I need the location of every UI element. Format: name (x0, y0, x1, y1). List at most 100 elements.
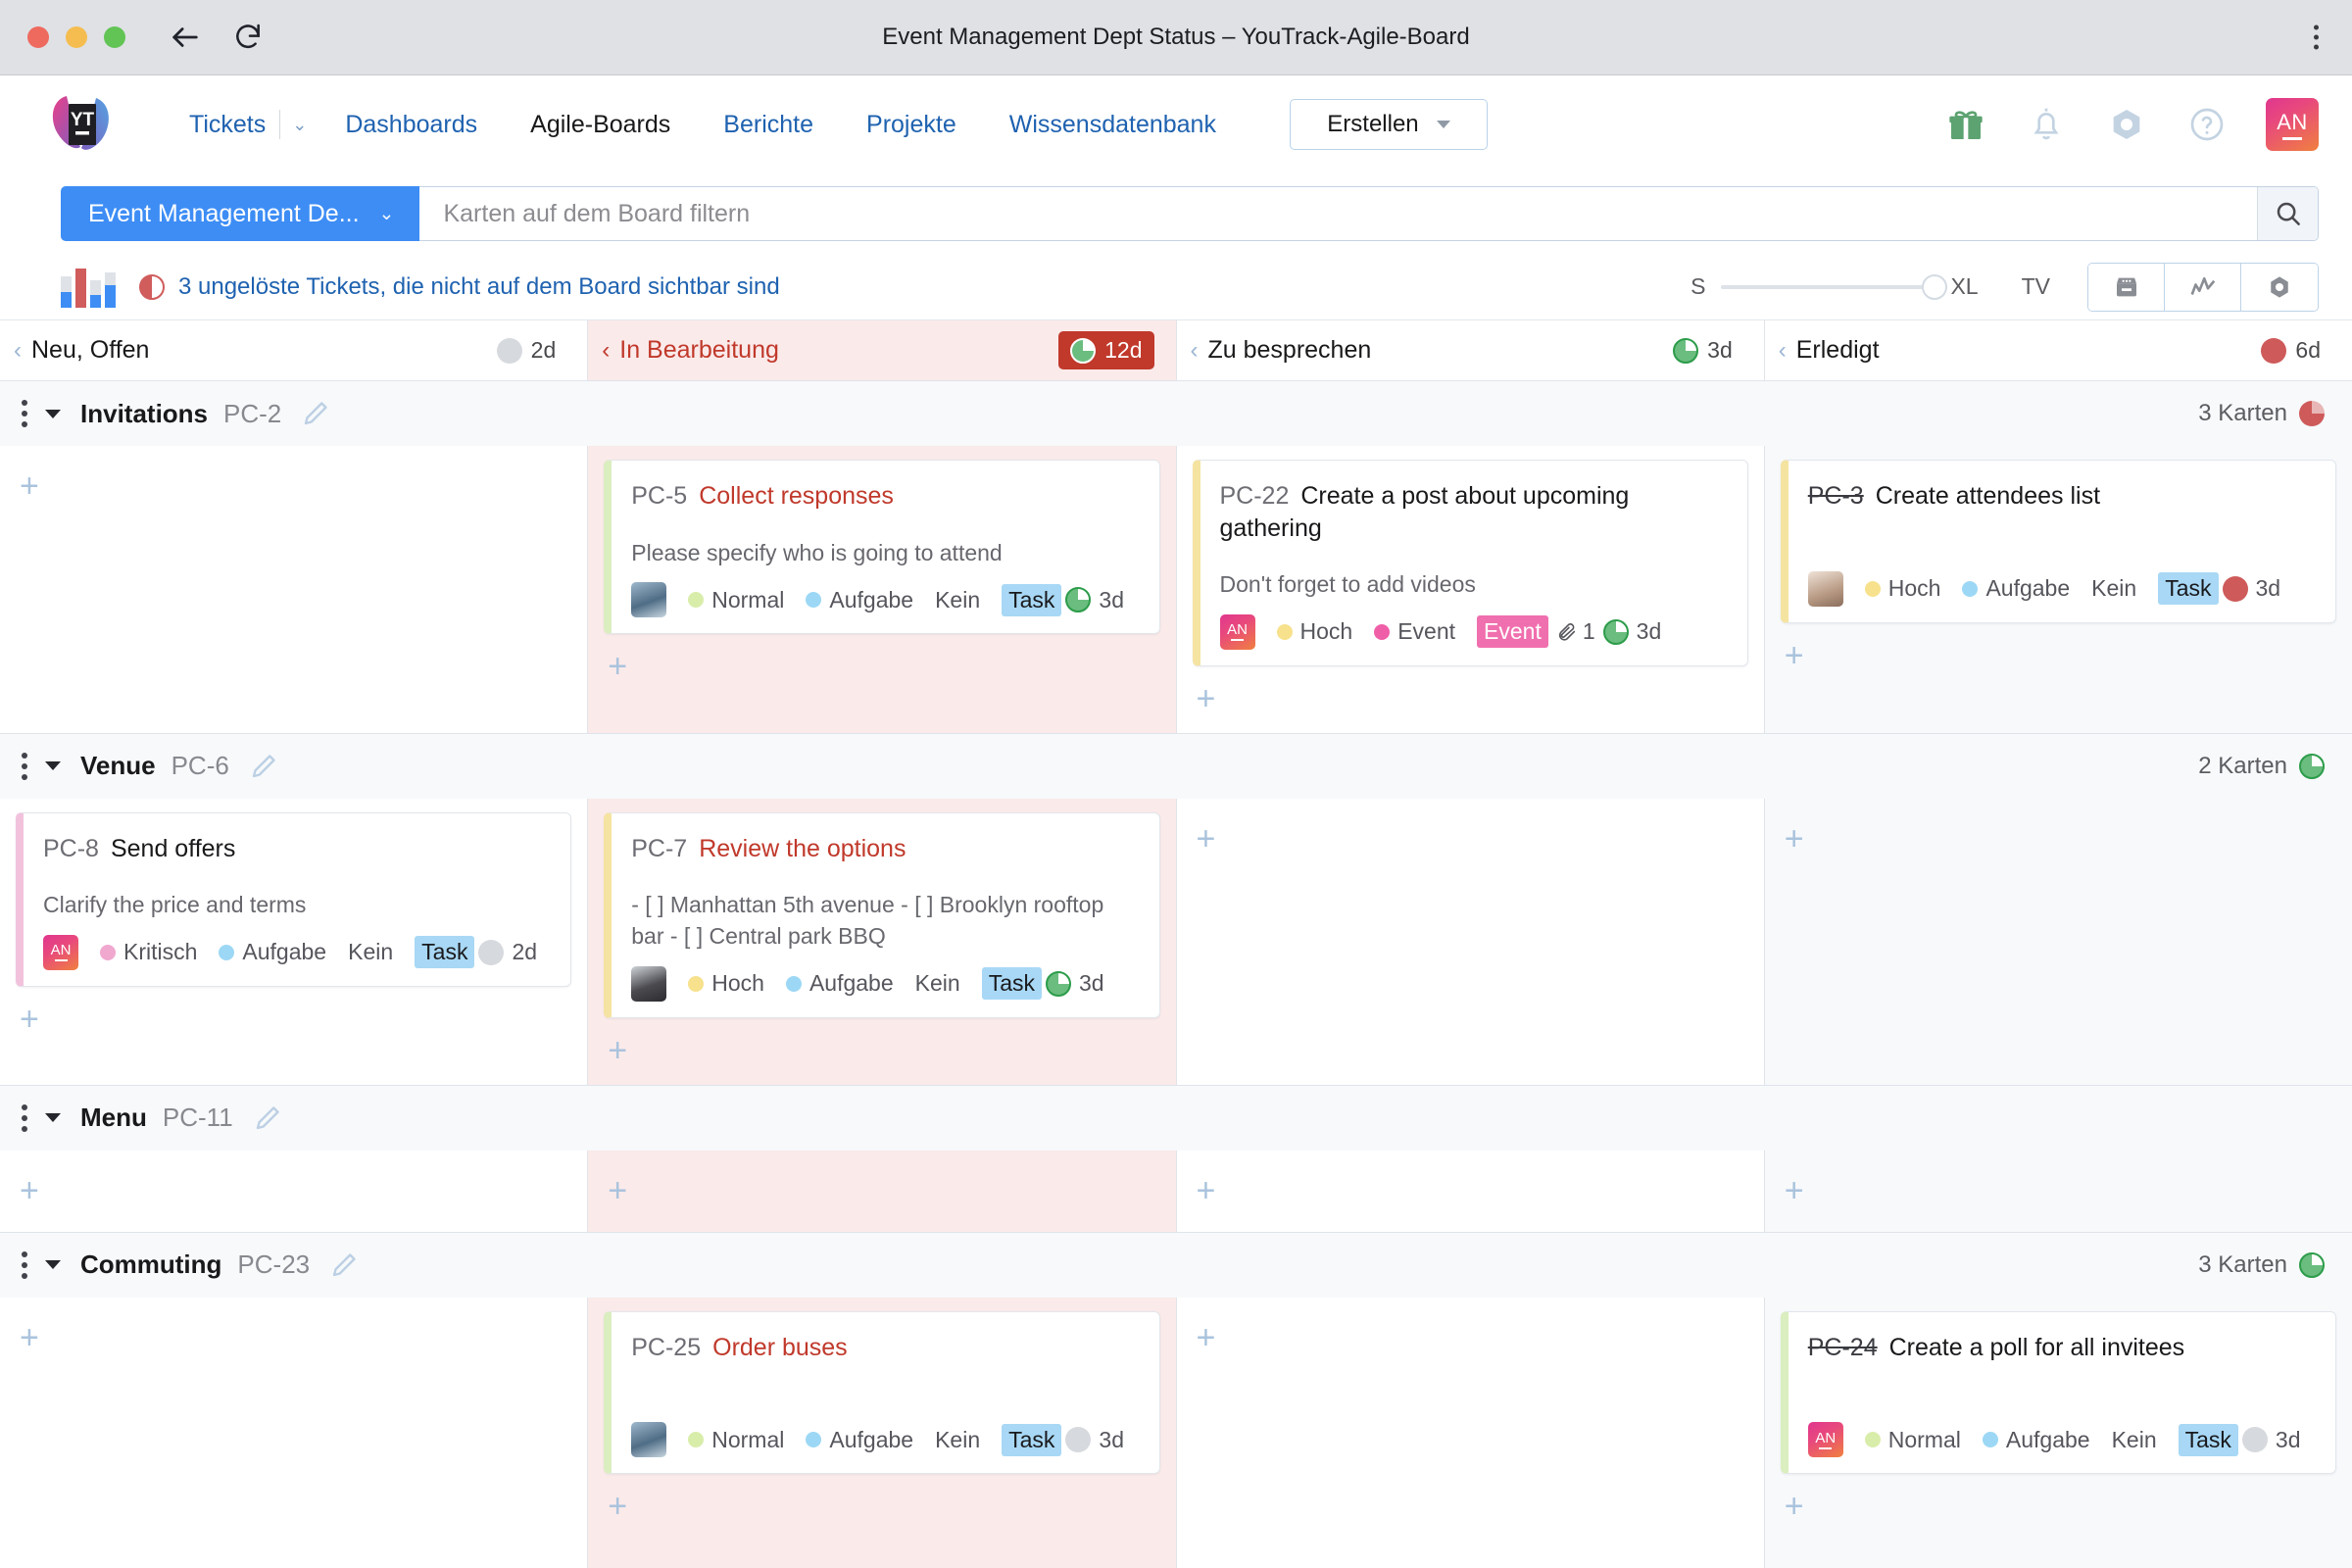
board-card[interactable]: PC-3 Create attendees list Hoch Aufgabe Kein… (1780, 460, 2336, 623)
board-cell[interactable]: + (1176, 798, 1765, 1085)
card-footer: AN Kritisch Aufgabe Kein Task 2d (43, 934, 549, 970)
board-card[interactable]: PC-7 Review the options - [ ] Manhattan 5t… (604, 811, 1160, 1018)
help-icon[interactable] (2185, 103, 2229, 146)
add-card-button[interactable]: + (16, 1164, 571, 1225)
card-tag[interactable]: Task (981, 967, 1042, 1001)
archive-icon[interactable] (2088, 263, 2165, 311)
back-arrow-icon[interactable] (169, 21, 202, 54)
unresolved-tickets-warning[interactable]: 3 ungelöste Tickets, die nicht auf dem B… (139, 273, 780, 301)
hexagon-settings-icon[interactable] (2241, 263, 2318, 311)
chart-line-icon[interactable] (2165, 263, 2241, 311)
card-tag[interactable]: Task (2178, 1423, 2238, 1456)
collapse-column-icon[interactable]: ‹ (1191, 337, 1199, 365)
board-card[interactable]: PC-22 Create a post about upcoming gather… (1192, 460, 1748, 666)
nav-item-agile-boards[interactable]: Agile-Boards (504, 111, 697, 139)
close-window-button[interactable] (27, 26, 49, 48)
swimlane-menu-icon[interactable] (22, 752, 27, 780)
collapse-column-icon[interactable]: ‹ (1779, 337, 1787, 365)
avatar[interactable]: AN (2266, 98, 2319, 151)
filter-input[interactable] (419, 199, 2257, 228)
slider-knob[interactable] (1922, 273, 1948, 300)
bell-icon[interactable] (2025, 103, 2068, 146)
collapse-column-icon[interactable]: ‹ (14, 337, 22, 365)
add-card-button[interactable]: + (604, 640, 1159, 701)
bar-chart-icon[interactable] (61, 267, 116, 308)
nav-item-dashboards[interactable]: Dashboards (318, 111, 504, 139)
collapse-swimlane-icon[interactable] (45, 409, 61, 418)
add-card-button[interactable]: + (1781, 1480, 2336, 1541)
add-card-button[interactable]: + (16, 1311, 571, 1372)
card-tag[interactable]: Task (1002, 1423, 1062, 1456)
nav-item-projekte[interactable]: Projekte (840, 111, 983, 139)
add-card-button[interactable]: + (604, 1024, 1159, 1085)
nav-item-berichte[interactable]: Berichte (697, 111, 840, 139)
board-cell[interactable]: + (1176, 1297, 1765, 1568)
board-cell[interactable]: + (1764, 1150, 2352, 1232)
swimlane-id[interactable]: PC-6 (172, 751, 229, 781)
board-cell[interactable]: PC-24 Create a poll for all invitees AN Nor… (1764, 1297, 2352, 1568)
add-card-button[interactable]: + (1193, 1311, 1748, 1372)
minimize-window-button[interactable] (66, 26, 87, 48)
card-tag[interactable]: Event (1477, 615, 1548, 649)
swimlane-menu-icon[interactable] (22, 1103, 27, 1132)
board-card[interactable]: PC-8 Send offers Clarify the price and ter… (16, 811, 572, 987)
window-menu-icon[interactable] (2314, 24, 2319, 50)
board-cell[interactable]: PC-7 Review the options - [ ] Manhattan 5t… (588, 798, 1177, 1085)
add-card-button[interactable]: + (604, 1480, 1159, 1541)
board-cell[interactable]: PC-8 Send offers Clarify the price and ter… (0, 798, 589, 1085)
hexagon-gear-icon[interactable] (2105, 103, 2148, 146)
edit-pencil-icon[interactable] (329, 1250, 359, 1280)
collapse-swimlane-icon[interactable] (45, 761, 61, 771)
nav-item-wissensdatenbank[interactable]: Wissensdatenbank (983, 111, 1243, 139)
board-cell[interactable]: PC-25 Order buses Normal Aufgabe Kein Task 3d + (588, 1297, 1177, 1568)
board-cell[interactable]: + (588, 1150, 1177, 1232)
card-tag[interactable]: Task (2158, 572, 2219, 605)
collapse-swimlane-icon[interactable] (45, 1113, 61, 1123)
edit-pencil-icon[interactable] (253, 1103, 282, 1133)
collapse-column-icon[interactable]: ‹ (602, 337, 610, 365)
add-card-button[interactable]: + (1781, 629, 2336, 690)
swimlane-id[interactable]: PC-11 (163, 1102, 233, 1133)
board-cell[interactable]: PC-5 Collect responses Please specify who … (588, 446, 1177, 733)
create-button[interactable]: Erstellen (1289, 99, 1488, 150)
add-card-button[interactable]: + (604, 1164, 1159, 1225)
search-icon[interactable] (2257, 187, 2318, 240)
edit-pencil-icon[interactable] (249, 752, 278, 781)
chevron-down-icon[interactable]: ⌄ (284, 115, 318, 135)
edit-pencil-icon[interactable] (301, 399, 330, 428)
card-tag[interactable]: Task (415, 936, 475, 969)
board-cell[interactable]: + (0, 1150, 589, 1232)
board-cell[interactable]: + (0, 1297, 589, 1568)
board-cell[interactable]: PC-3 Create attendees list Hoch Aufgabe Kein… (1764, 446, 2352, 733)
board-cell[interactable]: + (1176, 1150, 1765, 1232)
board-card[interactable]: PC-24 Create a poll for all invitees AN Nor… (1780, 1310, 2336, 1475)
board-cell[interactable]: PC-22 Create a post about upcoming gather… (1176, 446, 1765, 733)
gift-icon[interactable] (1944, 103, 1987, 146)
reload-icon[interactable] (231, 21, 265, 54)
column-badge: 3d (1663, 333, 1742, 368)
add-card-button[interactable]: + (1193, 672, 1748, 733)
card-size-slider[interactable]: S XL (1690, 273, 1979, 300)
board-cell[interactable]: + (0, 446, 589, 733)
add-card-button[interactable]: + (1781, 812, 2336, 873)
add-card-button[interactable]: + (1193, 812, 1748, 873)
slider-track[interactable] (1721, 273, 1948, 300)
tv-mode-button[interactable]: TV (2022, 273, 2050, 300)
board-card[interactable]: PC-25 Order buses Normal Aufgabe Kein Task 3d (604, 1310, 1160, 1475)
add-card-button[interactable]: + (16, 993, 571, 1054)
card-tag[interactable]: Task (1002, 583, 1062, 616)
board-cell[interactable]: + (1764, 798, 2352, 1085)
board-card[interactable]: PC-5 Collect responses Please specify who … (604, 460, 1160, 635)
board-selector[interactable]: Event Management De... ⌄ (61, 186, 420, 241)
nav-item-tickets[interactable]: Tickets (163, 111, 275, 139)
swimlane-id[interactable]: PC-2 (223, 399, 281, 429)
collapse-swimlane-icon[interactable] (45, 1260, 61, 1270)
maximize-window-button[interactable] (104, 26, 125, 48)
add-card-button[interactable]: + (1781, 1164, 2336, 1225)
youtrack-logo-icon[interactable]: YT (45, 88, 118, 161)
add-card-button[interactable]: + (1193, 1164, 1748, 1225)
swimlane-id[interactable]: PC-23 (237, 1250, 310, 1280)
swimlane-menu-icon[interactable] (22, 400, 27, 427)
add-card-button[interactable]: + (16, 460, 571, 520)
swimlane-menu-icon[interactable] (22, 1250, 27, 1279)
